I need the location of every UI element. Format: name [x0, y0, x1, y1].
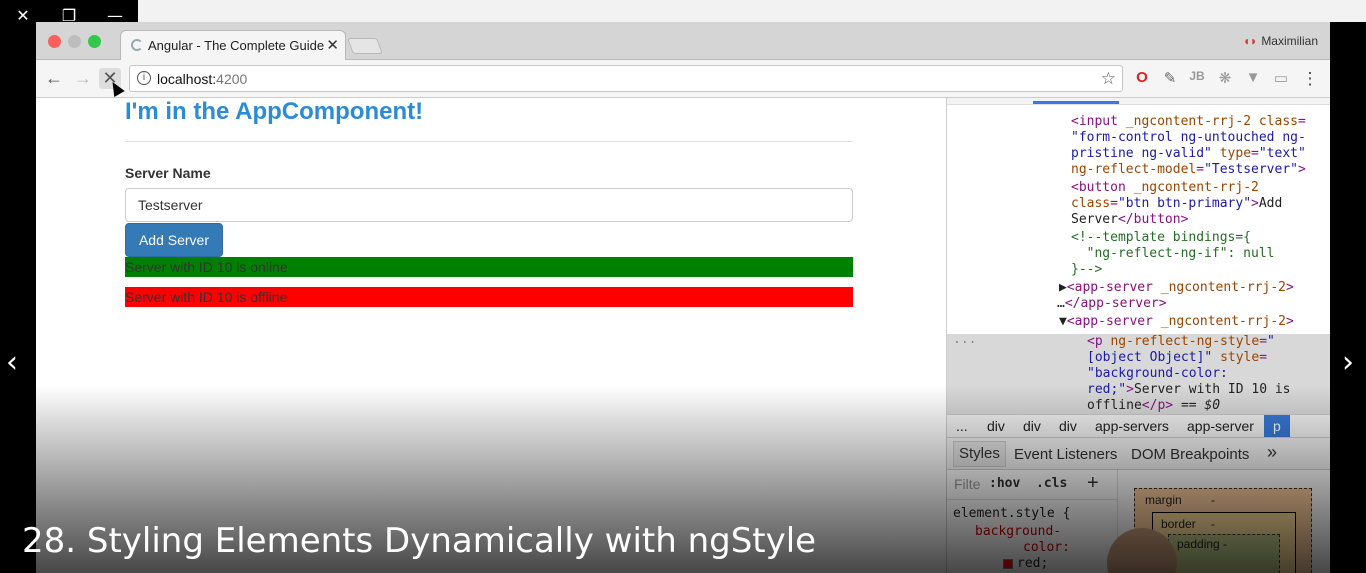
forward-icon[interactable]: → [72, 68, 94, 89]
server-name-input[interactable]: Testserver [125, 188, 853, 222]
page-viewport: I'm in the AppComponent! Server Name Tes… [36, 98, 946, 573]
dom-line[interactable]: pristine ng-valid" type="text" [1071, 146, 1306, 162]
cls-toggle[interactable]: .cls [1036, 476, 1067, 491]
tab-close-icon[interactable]: ✕ [326, 36, 339, 54]
window-close-button[interactable] [48, 35, 61, 48]
box-padding: padding - [1168, 534, 1280, 573]
breadcrumb-item[interactable]: div [987, 418, 1005, 434]
tab-event-listeners[interactable]: Event Listeners [1014, 446, 1117, 463]
devtools-subtabs: Styles Event Listeners DOM Breakpoints » [947, 438, 1330, 470]
tab-title: Angular - The Complete Guide [148, 38, 325, 53]
bookmark-star-icon[interactable]: ☆ [1101, 69, 1116, 89]
browser-window: Angular - The Complete Guide ✕ ◖◗ Maximil… [36, 22, 1330, 573]
dom-line[interactable]: …</app-server> [1057, 296, 1167, 312]
breadcrumb-item[interactable]: div [1059, 418, 1077, 434]
new-tab-button[interactable] [347, 38, 383, 54]
server-name-label: Server Name [125, 165, 211, 181]
color-swatch[interactable] [1003, 559, 1013, 569]
player-top-bar [138, 0, 1366, 22]
window-minimize-button[interactable] [68, 35, 81, 48]
more-tabs-icon[interactable]: » [1267, 442, 1277, 463]
puzzle-extension-icon[interactable]: ❋ [1215, 69, 1235, 87]
loading-spinner-icon [131, 39, 143, 51]
dom-line[interactable]: "form-control ng-untouched ng- [1071, 130, 1306, 146]
dom-line[interactable]: ▶<app-server _ngcontent-rrj-2> [1059, 280, 1294, 296]
filter-input[interactable]: Filte [954, 476, 980, 492]
window-maximize-button[interactable] [88, 35, 101, 48]
page-heading: I'm in the AppComponent! [125, 98, 424, 125]
new-rule-icon[interactable]: + [1087, 472, 1099, 495]
video-caption: 28. Styling Elements Dynamically with ng… [22, 521, 817, 561]
breadcrumb-item[interactable]: app-server [1187, 418, 1254, 434]
url-text: localhost:4200 [157, 71, 248, 87]
divider [125, 141, 853, 142]
dom-line[interactable]: <button _ngcontent-rrj-2 [1071, 180, 1259, 196]
breadcrumb-item[interactable]: app-servers [1095, 418, 1169, 434]
dom-line[interactable]: ng-reflect-model="Testserver"> [1071, 162, 1306, 178]
dom-line[interactable]: <input _ngcontent-rrj-2 class= [1071, 114, 1306, 130]
breadcrumb-item[interactable]: ... [956, 418, 968, 434]
dom-line[interactable]: ▼<app-server _ngcontent-rrj-2> [1059, 314, 1294, 330]
hov-toggle[interactable]: :hov [989, 476, 1020, 491]
style-prop-name[interactable]: color: [1023, 540, 1070, 556]
server-status-offline: Server with ID 10 is offline [125, 287, 853, 307]
dom-line[interactable]: class="btn btn-primary">Add [1071, 196, 1282, 212]
vue-extension-icon[interactable]: ▼ [1243, 69, 1263, 86]
site-info-icon[interactable]: i [137, 71, 151, 85]
browser-tab[interactable]: Angular - The Complete Guide ✕ [120, 30, 346, 60]
server-status-online: Server with ID 10 is online [125, 257, 853, 277]
eyedropper-extension-icon[interactable]: ✎ [1160, 69, 1180, 87]
profile-name: Maximilian [1261, 34, 1318, 48]
browser-toolbar: ← → ✕ i localhost:4200 ☆ O ✎ JB ❋ ▼ ▭ ⋮ [36, 60, 1330, 98]
profile-button[interactable]: ◖◗ Maximilian [1243, 34, 1318, 48]
next-video-icon[interactable]: › [1342, 345, 1354, 380]
style-prop-name[interactable]: background- [975, 524, 1061, 540]
breadcrumb-item-selected[interactable]: p [1264, 415, 1290, 437]
dom-line[interactable]: "ng-reflect-ng-if": null [1071, 246, 1275, 262]
tab-dom-breakpoints[interactable]: DOM Breakpoints [1131, 446, 1249, 463]
breadcrumb-item[interactable]: div [1023, 418, 1041, 434]
devtools-tabbar [947, 98, 1330, 105]
opera-extension-icon[interactable]: O [1132, 69, 1152, 86]
tab-strip: Angular - The Complete Guide ✕ ◖◗ Maximil… [36, 22, 1330, 60]
dom-line[interactable]: Server</button> [1071, 212, 1188, 228]
devtools-panel: <input _ngcontent-rrj-2 class= "form-con… [946, 98, 1330, 573]
previous-video-icon[interactable]: ‹ [6, 345, 18, 380]
profile-icon: ◖◗ [1242, 34, 1258, 48]
style-prop-value[interactable]: red; [1017, 556, 1048, 572]
styles-filter-bar: Filte :hov .cls + [947, 470, 1117, 500]
style-rule-selector: element.style { [953, 506, 1071, 521]
close-icon[interactable]: ✕ [13, 6, 33, 25]
tab-styles[interactable]: Styles [953, 441, 1006, 467]
dom-line[interactable]: }--> [1071, 262, 1102, 278]
jb-extension-icon[interactable]: JB [1187, 69, 1207, 83]
back-icon[interactable]: ← [43, 68, 65, 89]
selected-dom-node[interactable]: ... <p ng-reflect-ng-style=" [object Obj… [947, 332, 1330, 414]
dom-line[interactable]: <!--template bindings={ [1071, 230, 1251, 246]
add-server-button[interactable]: Add Server [125, 223, 223, 257]
dom-breadcrumbs: ... div div div app-servers app-server p [947, 414, 1330, 438]
address-bar[interactable]: i localhost:4200 ☆ [129, 65, 1123, 92]
menu-icon[interactable]: ⋮ [1300, 69, 1320, 89]
cast-extension-icon[interactable]: ▭ [1271, 69, 1291, 87]
styles-pane: Filte :hov .cls + element.style { backgr… [947, 470, 1117, 573]
